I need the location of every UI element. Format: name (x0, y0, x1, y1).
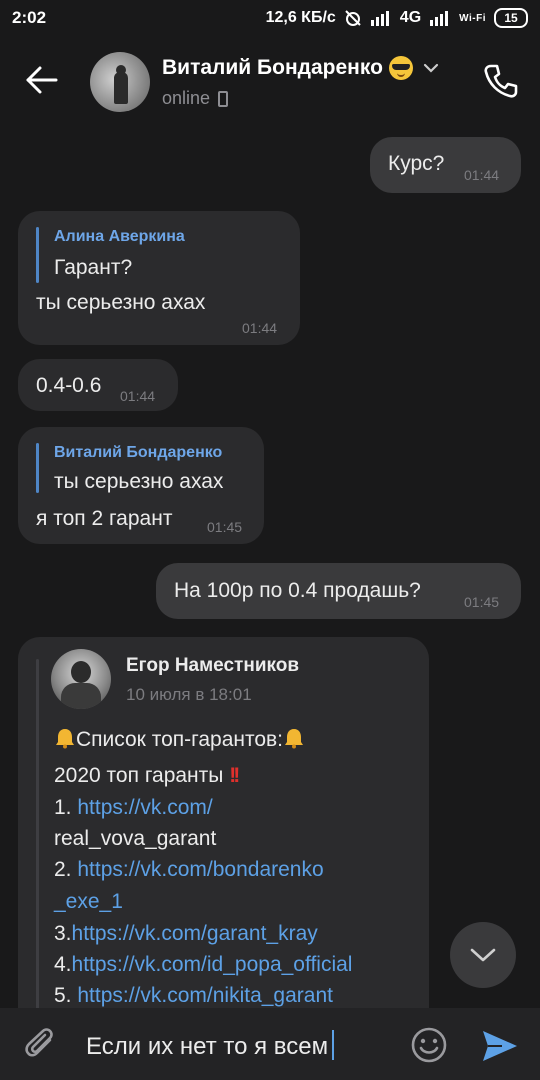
signal-icon-2 (430, 11, 449, 26)
contact-name[interactable]: Виталий Бондаренко (162, 56, 439, 80)
chat-header: Виталий Бондаренко online (0, 40, 540, 124)
text-caret (332, 1030, 335, 1060)
sunglasses-emoji-icon (388, 56, 413, 80)
contact-name-text: Виталий Бондаренко (162, 56, 383, 79)
reply-text: ты серьезно ахах (54, 470, 224, 493)
scroll-to-bottom-button[interactable] (450, 922, 516, 988)
reply-text: Гарант? (54, 256, 133, 279)
paperclip-icon[interactable] (22, 1026, 62, 1066)
list-item: 2. https://vk.com/bondarenko (54, 858, 324, 882)
link[interactable]: https://vk.com/ (77, 796, 212, 819)
list-number: 2. (54, 858, 78, 881)
reply-bar (36, 443, 39, 493)
bell-emoji-icon (285, 729, 304, 749)
message-bubble-out[interactable]: Курс? 01:44 (370, 137, 521, 193)
battery-level: 15 (504, 11, 518, 25)
forward-bar (36, 659, 39, 1039)
reply-author: Алина Аверкина (54, 228, 185, 245)
forwarded-line-2-text: 2020 топ гаранты (54, 764, 224, 787)
message-bubble-in[interactable]: Алина Аверкина Гарант? ты серьезно ахах … (18, 211, 300, 345)
mobile-device-icon (218, 90, 229, 107)
emoji-icon[interactable] (410, 1026, 448, 1064)
forwarded-title: Список топ-гарантов: (76, 728, 284, 751)
link[interactable]: https://vk.com/nikita_garant (77, 984, 333, 1007)
forwarded-author[interactable]: Егор Наместников (126, 655, 299, 677)
message-bubble-in[interactable]: Виталий Бондаренко ты серьезно ахах я то… (18, 427, 264, 544)
call-icon[interactable] (482, 62, 520, 100)
message-time: 01:44 (242, 320, 278, 336)
back-arrow-icon[interactable] (24, 62, 60, 98)
message-time: 01:45 (207, 519, 243, 535)
link[interactable]: https://vk.com/garant_kray (72, 922, 318, 945)
status-bar: 2:02 12,6 КБ/с 4G Wi-Fi 15 (0, 0, 540, 36)
list-item: 3.https://vk.com/garant_kray (54, 922, 318, 946)
forwarded-date: 10 июля в 18:01 (126, 685, 252, 704)
message-text: 0.4-0.6 (36, 374, 102, 397)
link-continuation[interactable]: _exe_1 (54, 890, 123, 914)
link[interactable]: https://vk.com/bondarenko (77, 858, 323, 881)
list-number: 3. (54, 922, 72, 945)
message-text: ты серьезно ахах (36, 291, 206, 314)
list-item: 1. https://vk.com/ (54, 796, 213, 820)
bell-emoji-icon (56, 729, 74, 749)
status-icons: 12,6 КБ/с 4G Wi-Fi 15 (266, 8, 528, 28)
message-input[interactable]: Если их нет то я всем (86, 1030, 335, 1061)
message-text: На 100р по 0.4 продашь? (174, 579, 421, 602)
forwarded-line-2: 2020 топ гаранты !! (54, 764, 240, 788)
battery-icon: 15 (494, 8, 528, 28)
list-item: 4.https://vk.com/id_popa_official (54, 953, 352, 977)
forwarded-author-avatar[interactable] (51, 649, 111, 709)
message-input-text: Если их нет то я всем (86, 1033, 329, 1060)
status-time: 2:02 (12, 8, 47, 27)
link[interactable]: https://vk.com/id_popa_official (72, 953, 353, 976)
network-type: 4G (399, 9, 422, 26)
alarm-off-icon (345, 10, 361, 26)
signal-icon (370, 11, 389, 26)
reply-bar (36, 227, 39, 283)
message-time: 01:44 (464, 167, 500, 183)
list-number: 5. (54, 984, 78, 1007)
message-time: 01:44 (120, 388, 156, 404)
send-icon[interactable] (480, 1028, 520, 1064)
reply-author: Виталий Бондаренко (54, 444, 223, 461)
chevron-down-icon (470, 948, 496, 962)
message-time: 01:45 (464, 594, 500, 610)
net-speed: 12,6 КБ/с (265, 9, 336, 26)
contact-avatar[interactable] (90, 52, 150, 112)
list-item: 5. https://vk.com/nikita_garant (54, 984, 333, 1008)
message-text: я топ 2 гарант (36, 507, 173, 530)
status-text: online (162, 88, 211, 108)
message-bubble-out[interactable]: На 100р по 0.4 продашь? 01:45 (156, 563, 521, 619)
wifi-label: Wi-Fi (459, 12, 486, 24)
chevron-down-icon[interactable] (423, 60, 439, 76)
double-exclamation-icon: !! (229, 764, 240, 787)
list-item-continuation: real_vova_garant (54, 827, 217, 850)
forwarded-title-line: Список топ-гарантов: (54, 727, 305, 752)
forwarded-message-bubble[interactable]: Егор Наместников 10 июля в 18:01 Список … (18, 637, 429, 1039)
message-text: Курс? (388, 152, 445, 175)
composer-bar: Если их нет то я всем (0, 1008, 540, 1080)
list-number: 4. (54, 953, 72, 976)
list-number: 1. (54, 796, 78, 819)
message-bubble-in[interactable]: 0.4-0.6 01:44 (18, 359, 178, 411)
contact-status: online (162, 88, 229, 109)
